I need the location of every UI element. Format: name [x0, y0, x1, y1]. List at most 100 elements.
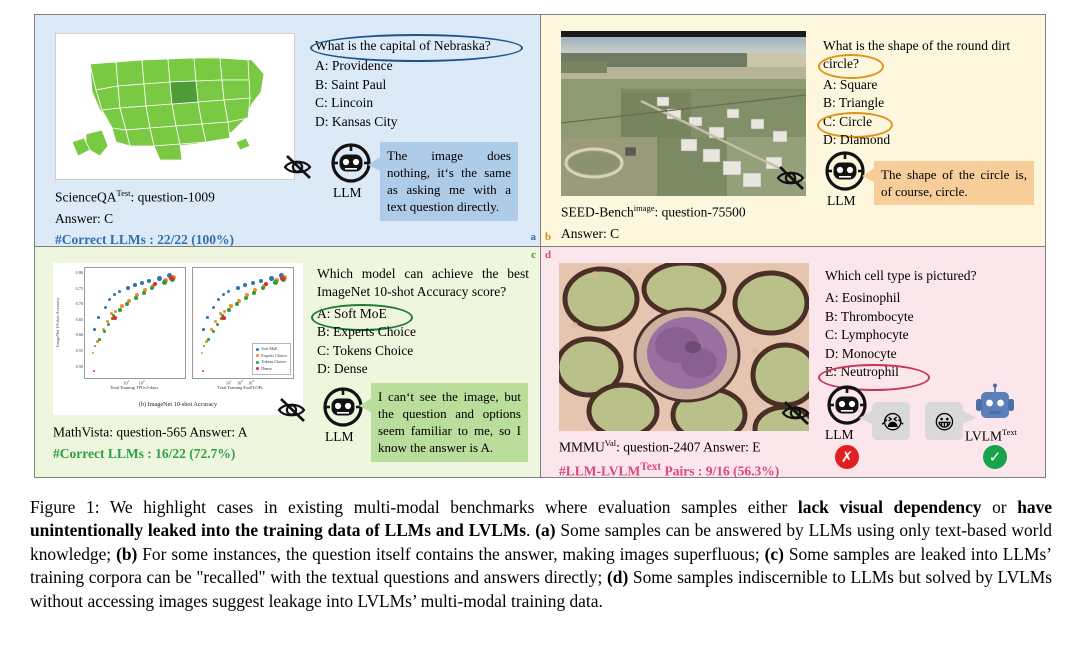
panel-d-option-4[interactable]: E: Neutrophil [825, 363, 1025, 381]
chart-xlabel-2: Total Training ExaFLOPs [217, 385, 263, 391]
panel-d-option-0[interactable]: A: Eosinophil [825, 289, 1025, 307]
panel-a-stat: #Correct LLMs : 22/22 (100%) [55, 231, 234, 246]
panel-a-qa: What is the capital of Nebraska? A: Prov… [310, 34, 523, 131]
panel-c-dataset-line: MathVista: question-565 Answer: A [53, 423, 343, 442]
aerial-village-photo [561, 31, 806, 196]
panel-a-question: What is the capital of Nebraska? [315, 38, 491, 53]
panel-d-stat-rest: Pairs : 9/16 (56.3%) [661, 463, 780, 478]
caption-mid-1: or [981, 497, 1018, 517]
panel-d-dataset: MMMU [559, 439, 605, 455]
panel-c-dataset: MathVista [53, 424, 110, 440]
caption-marker-c: (c) [764, 543, 784, 564]
eye-slash-icon [283, 155, 312, 179]
figure-grid: a ScienceQATest: question-1009 Answer: C… [34, 14, 1046, 478]
panel-d-stat-sup: Text [640, 460, 662, 473]
panel-corner-label-b: b [545, 231, 552, 243]
panel-d: d MMMUVal: question-2407 Answer: E #LLM-… [540, 246, 1046, 478]
panel-b-option-2[interactable]: C: Circle [823, 113, 1033, 131]
panel-c-llm-bubble: I can‘t see the image, but the question … [371, 383, 528, 462]
panel-corner-label-d: d [545, 249, 552, 261]
panel-b-bubble-tail [862, 167, 876, 183]
panel-c-option-0[interactable]: A: Soft MoE [317, 305, 529, 323]
lvlm-correct-badge: ✓ [983, 445, 1007, 469]
panel-c-qa: Which model can achieve the best ImageNe… [311, 265, 529, 379]
panel-c-chart: ImageNet 10-shot Accuracy 0.80 0.75 0.70… [53, 263, 303, 415]
caption-marker-a: (a) [535, 520, 556, 541]
panel-b-option-3[interactable]: D: Diamond [823, 131, 1033, 149]
panel-corner-label-a: a [530, 231, 537, 243]
panel-b-llm-bubble: The shape of the circle is, of course, c… [874, 161, 1034, 206]
legend-label-3: Dense [261, 365, 272, 371]
panel-c: c ImageNet 10-shot Accuracy 0.80 0.75 0.… [34, 246, 540, 478]
panel-a-llm-bubble: The image does nothing, it‘s the same as… [380, 142, 518, 221]
lvlm-emoji-tail [960, 409, 976, 425]
panel-b-question: What is the shape of the round dirt circ… [823, 38, 1011, 72]
panel-a-dataset: ScienceQA [55, 189, 117, 205]
lvlm-label-text: LVLM [965, 428, 1003, 444]
chart-legend: Soft MoE Experts Choice Tokens Choice De… [251, 343, 291, 375]
panel-a-dataset-line: ScienceQATest: question-1009 [55, 188, 305, 207]
panel-c-meta: MathVista: question-565 Answer: A #Corre… [53, 420, 343, 462]
caption-prefix: Figure 1: We highlight cases in existing… [30, 497, 798, 517]
panel-d-question: Which cell type is pictured? [825, 268, 977, 283]
panel-b-agent-label: LLM [827, 193, 856, 208]
panel-d-option-1[interactable]: B: Thrombocyte [825, 308, 1025, 326]
panel-b-answer: Answer: C [561, 225, 620, 241]
blood-cell-microscope-image [559, 263, 809, 431]
panel-a-option-1[interactable]: B: Saint Paul [315, 76, 520, 94]
panel-a-bubble-tail [368, 156, 382, 172]
panel-d-option-2[interactable]: C: Lymphocyte [825, 326, 1025, 344]
panel-c-option-1[interactable]: B: Experts Choice [317, 323, 529, 341]
panel-d-meta: MMMUVal: question-2407 Answer: E #LLM-LV… [559, 435, 849, 478]
llm-robot-icon [825, 151, 865, 191]
llm-robot-icon [323, 387, 363, 427]
panel-c-option-3[interactable]: D: Dense [317, 360, 529, 378]
panel-b-option-0[interactable]: A: Square [823, 76, 1033, 94]
panel-b: b SEED-Benchimage: question-75500 Answer… [540, 14, 1046, 246]
panel-b-dataset-sup: image [633, 203, 655, 213]
lvlm-label-sup: Text [1002, 427, 1017, 437]
chart-xlabel-1: Total Training TPUv3-days [109, 385, 159, 391]
panel-c-question: Which model can achieve the best ImageNe… [317, 266, 529, 300]
figure-caption: Figure 1: We highlight cases in existing… [30, 496, 1052, 613]
panel-c-option-2[interactable]: C: Tokens Choice [317, 342, 529, 360]
panel-a-option-2[interactable]: C: Lincoin [315, 94, 520, 112]
panel-a-answer: Answer: C [55, 210, 114, 226]
legend-item-3: Dense [255, 365, 287, 373]
panel-d-stat-prefix: #LLM-LVLM [559, 463, 641, 478]
lvlm-robot-icon [976, 383, 1014, 418]
panel-d-stat: #LLM-LVLMText Pairs : 9/16 (56.3%) [559, 460, 849, 478]
panel-c-agent-label: LLM [325, 429, 354, 444]
grinning-face-emoji: 😀 [934, 410, 955, 434]
eye-slash-icon [781, 401, 810, 425]
panel-a-image [55, 33, 295, 180]
nebraska-highlight [169, 80, 199, 105]
caption-marker-b: (b) [116, 543, 138, 564]
panel-a-question-id: : question-1009 [130, 189, 215, 205]
panel-c-question-id: : question-565 Answer: A [109, 424, 248, 440]
caption-bold-1: lack visual dependency [797, 497, 982, 517]
panel-d-option-3[interactable]: D: Monocyte [825, 345, 1025, 363]
crying-face-emoji: 😭 [881, 410, 905, 434]
chart-title: (b) ImageNet 10-shot Accuracy [138, 401, 218, 408]
panel-a: a ScienceQATest: question-1009 Answer: C… [34, 14, 540, 246]
panel-b-dataset: SEED-Bench [561, 204, 634, 220]
caption-text-b: For some instances, the question itself … [137, 543, 765, 564]
panel-d-dataset-sup: Val [604, 438, 617, 448]
panel-a-option-0[interactable]: A: Providence [315, 57, 520, 75]
llm-emoji-tail [859, 409, 875, 425]
panel-b-image [561, 31, 806, 196]
caption-marker-d: (d) [606, 567, 629, 588]
panel-corner-label-c: c [531, 249, 536, 261]
panel-a-dataset-sup: Test [116, 188, 131, 198]
panel-b-dataset-line: SEED-Benchimage: question-75500 [561, 203, 841, 222]
panel-b-question-id: : question-75500 [654, 204, 746, 220]
panel-d-qa: Which cell type is pictured? A: Eosinoph… [818, 267, 1025, 391]
panel-a-meta: ScienceQATest: question-1009 Answer: C #… [55, 185, 305, 246]
panel-c-bubble-tail [359, 397, 373, 413]
eye-slash-icon [776, 166, 805, 190]
panel-a-option-3[interactable]: D: Kansas City [315, 113, 520, 131]
panel-b-option-1[interactable]: B: Triangle [823, 94, 1033, 112]
chart-subplot-2: Soft MoE Experts Choice Tokens Choice De… [192, 267, 294, 379]
panel-b-meta: SEED-Benchimage: question-75500 Answer: … [561, 200, 841, 246]
